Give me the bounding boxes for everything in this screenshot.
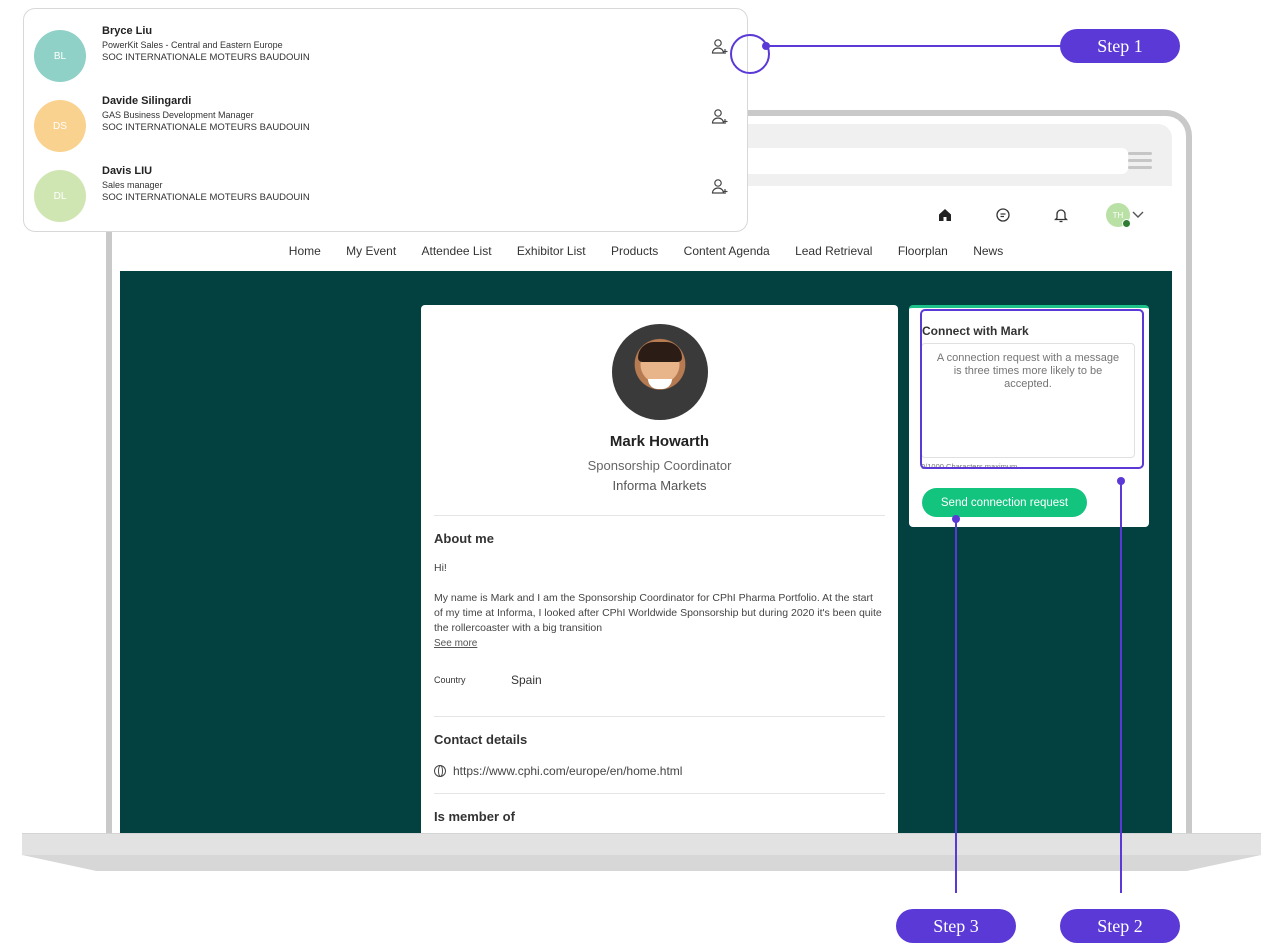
chevron-down-icon[interactable] bbox=[1132, 208, 1144, 222]
website-link[interactable]: https://www.cphi.com/europe/en/home.html bbox=[453, 764, 682, 778]
send-connection-request-button[interactable]: Send connection request bbox=[922, 488, 1087, 517]
avatar: DL bbox=[34, 170, 86, 222]
main-nav: Home My Event Attendee List Exhibitor Li… bbox=[120, 244, 1172, 258]
attendee-dropdown: BL Bryce Liu PowerKit Sales - Central an… bbox=[23, 8, 770, 232]
nav-home[interactable]: Home bbox=[289, 244, 321, 258]
nav-news[interactable]: News bbox=[973, 244, 1003, 258]
nav-lead-retrieval[interactable]: Lead Retrieval bbox=[795, 244, 872, 258]
globe-icon bbox=[434, 765, 446, 777]
divider bbox=[434, 716, 885, 717]
profile-company: Informa Markets bbox=[612, 478, 707, 493]
divider bbox=[434, 515, 885, 516]
step1-line bbox=[766, 45, 1066, 47]
nav-attendee-list[interactable]: Attendee List bbox=[422, 244, 492, 258]
nav-exhibitor-list[interactable]: Exhibitor List bbox=[517, 244, 586, 258]
divider bbox=[434, 793, 885, 794]
profile-card: Mark Howarth Sponsorship Coordinator Inf… bbox=[421, 305, 898, 840]
step2-pill: Step 2 bbox=[1060, 909, 1180, 943]
see-more-link[interactable]: See more bbox=[434, 638, 477, 649]
contact-title: Contact details bbox=[434, 732, 528, 747]
profile-photo bbox=[612, 324, 708, 420]
avatar: DS bbox=[34, 100, 86, 152]
add-contact-icon[interactable] bbox=[710, 177, 730, 197]
step2-highlight bbox=[920, 309, 1144, 469]
attendee-name: Bryce Liu bbox=[102, 25, 153, 37]
step3-line bbox=[955, 519, 957, 893]
laptop-base-lip bbox=[22, 855, 1261, 871]
nav-floorplan[interactable]: Floorplan bbox=[898, 244, 948, 258]
user-avatar[interactable]: TH bbox=[1106, 203, 1131, 228]
attendee-item[interactable]: DL Davis LIU Sales manager SOC INTERNATI… bbox=[34, 165, 734, 229]
hamburger-menu-icon[interactable] bbox=[1128, 152, 1152, 170]
profile-name: Mark Howarth bbox=[609, 433, 710, 450]
step1-pill: Step 1 bbox=[1060, 29, 1180, 63]
member-title: Is member of bbox=[434, 809, 515, 824]
country-label: Country bbox=[434, 675, 466, 685]
attendee-name: Davide Silingardi bbox=[102, 95, 192, 107]
nav-products[interactable]: Products bbox=[611, 244, 658, 258]
step1-highlight bbox=[730, 34, 770, 74]
about-greeting: Hi! bbox=[434, 562, 447, 574]
attendee-company: SOC INTERNATIONALE MOTEURS BAUDOUIN bbox=[102, 52, 310, 63]
about-title: About me bbox=[434, 531, 494, 546]
profile-role: Sponsorship Coordinator bbox=[587, 458, 732, 473]
nav-my-event[interactable]: My Event bbox=[346, 244, 396, 258]
attendee-item[interactable]: BL Bryce Liu PowerKit Sales - Central an… bbox=[34, 25, 734, 89]
online-status-dot bbox=[1122, 219, 1131, 228]
country-value: Spain bbox=[511, 673, 542, 687]
chat-icon[interactable] bbox=[990, 202, 1016, 228]
about-text: My name is Mark and I am the Sponsorship… bbox=[434, 592, 882, 634]
nav-content-agenda[interactable]: Content Agenda bbox=[684, 244, 770, 258]
attendee-title: PowerKit Sales - Central and Eastern Eur… bbox=[102, 40, 283, 50]
bell-icon[interactable] bbox=[1048, 202, 1074, 228]
attendee-item[interactable]: DS Davide Silingardi GAS Business Develo… bbox=[34, 95, 734, 159]
add-contact-icon[interactable] bbox=[710, 107, 730, 127]
user-initials: TH bbox=[1112, 210, 1124, 220]
home-icon[interactable] bbox=[932, 202, 958, 228]
add-contact-icon[interactable] bbox=[710, 37, 730, 57]
attendee-company: SOC INTERNATIONALE MOTEURS BAUDOUIN bbox=[102, 122, 310, 133]
avatar: BL bbox=[34, 30, 86, 82]
website-row[interactable]: https://www.cphi.com/europe/en/home.html bbox=[434, 764, 682, 778]
laptop-base bbox=[22, 833, 1261, 855]
url-bar[interactable] bbox=[730, 148, 1128, 174]
attendee-name: Davis LIU bbox=[102, 165, 153, 177]
step3-pill: Step 3 bbox=[896, 909, 1016, 943]
attendee-title: Sales manager bbox=[102, 180, 163, 190]
attendee-title: GAS Business Development Manager bbox=[102, 110, 254, 120]
step2-line bbox=[1120, 481, 1122, 893]
attendee-company: SOC INTERNATIONALE MOTEURS BAUDOUIN bbox=[102, 192, 310, 203]
